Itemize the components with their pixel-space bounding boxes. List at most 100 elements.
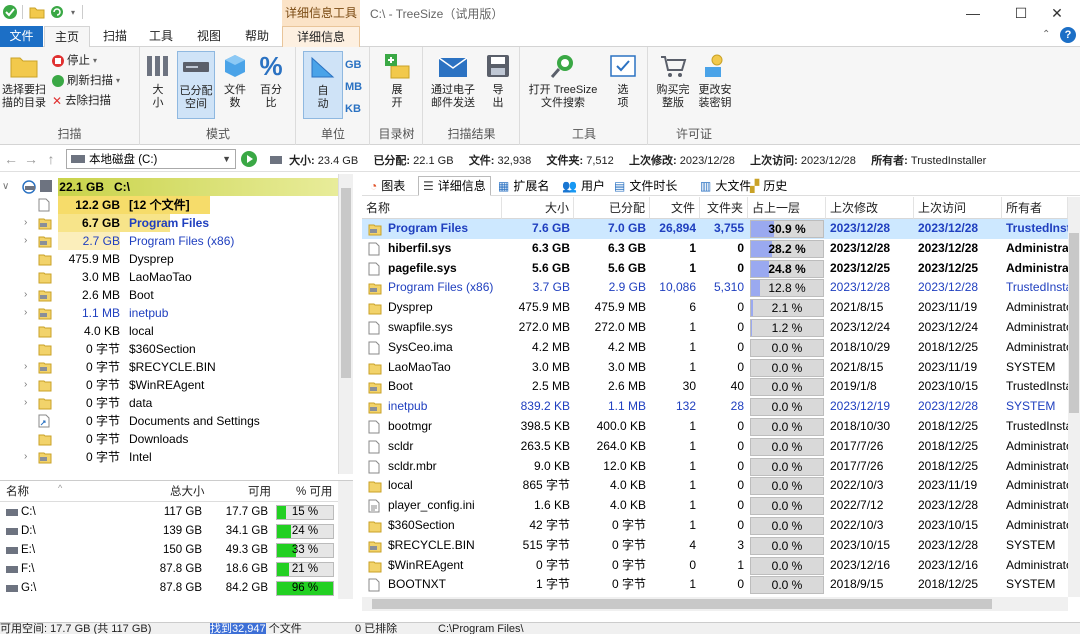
chevron-right-icon[interactable]: › <box>24 394 36 412</box>
table-row[interactable]: $360Section 42 字节 0 字节 1 0 0.0 % 2022/10/3 2023… <box>362 516 1068 536</box>
tree-scrollbar[interactable] <box>338 174 353 474</box>
drive-row[interactable]: F:\ 87.8 GB 18.6 GB 21 % <box>0 560 338 579</box>
table-row[interactable]: hiberfil.sys 6.3 GB 6.3 GB 1 0 28.2 % 2023/12/… <box>362 239 1068 259</box>
chevron-right-icon[interactable]: › <box>24 448 36 466</box>
tree-item[interactable]: 4.0 KB local <box>0 322 338 340</box>
stop-button[interactable]: 停止 ▾ <box>52 51 97 71</box>
help-icon[interactable]: ? <box>1060 27 1076 43</box>
tree-item[interactable]: › 0 字节 Intel <box>0 448 338 466</box>
table-row[interactable]: Boot 2.5 MB 2.6 MB 30 40 0.0 % 2019/1/8 2023/10… <box>362 377 1068 397</box>
table-row[interactable]: player_config.ini 1.6 KB 4.0 KB 1 0 0.0 % 2022… <box>362 496 1068 516</box>
chevron-down-icon[interactable]: ∨ <box>2 178 14 196</box>
tree-item[interactable]: 0 字节 Documents and Settings <box>0 412 338 430</box>
open-file-search-button[interactable]: 打开 TreeSize 文件搜索 <box>527 51 599 119</box>
chevron-right-icon[interactable]: › <box>24 232 36 250</box>
tree-item[interactable]: 12.2 GB [12 个文件] <box>0 196 338 214</box>
col-header-folders[interactable]: 文件夹 <box>700 197 748 219</box>
start-scan-button[interactable] <box>241 151 257 167</box>
drive-list-scrollbar[interactable] <box>338 481 353 599</box>
tree-item[interactable]: › 0 字节 $WinREAgent <box>0 376 338 394</box>
tree-item[interactable]: › 0 字节 $RECYCLE.BIN <box>0 358 338 376</box>
drive-select[interactable]: 本地磁盘 (C:) ▼ <box>66 149 236 169</box>
table-vertical-scrollbar[interactable] <box>1068 197 1080 597</box>
col-header-alloc[interactable]: 已分配 <box>574 197 650 219</box>
minimize-button[interactable]: — <box>950 0 996 26</box>
qat-dropdown-icon[interactable]: ▾ <box>65 4 81 20</box>
tree-item[interactable]: › 0 字节 data <box>0 394 338 412</box>
export-button[interactable]: 导 出 <box>480 51 516 119</box>
directory-tree[interactable]: ∨ 22.1 GB C:\ 12.2 GB [12 个文件] › 6.7 GB Program… <box>0 174 353 474</box>
change-key-button[interactable]: 更改安 装密钥 <box>695 51 735 119</box>
table-row[interactable]: scldr 263.5 KB 264.0 KB 1 0 0.0 % 2017/7/26 201… <box>362 437 1068 457</box>
col-header-pct[interactable]: 占上一层 %... <box>748 197 826 237</box>
drive-row[interactable]: E:\ 150 GB 49.3 GB 33 % <box>0 541 338 560</box>
chevron-right-icon[interactable]: › <box>24 304 36 322</box>
chevron-right-icon[interactable]: › <box>24 214 36 232</box>
tree-item[interactable]: ∨ 22.1 GB C:\ <box>0 178 338 196</box>
refresh-scan-button[interactable]: 刷新扫描 ▾ <box>52 71 120 91</box>
table-row[interactable]: local 865 字节 4.0 KB 1 0 0.0 % 2022/10/3 2023/11… <box>362 476 1068 496</box>
tree-item[interactable]: › 2.6 MB Boot <box>0 286 338 304</box>
table-row[interactable]: scldr.mbr 9.0 KB 12.0 KB 1 0 0.0 % 2017/7/26 20… <box>362 457 1068 477</box>
forward-arrow-icon[interactable]: → <box>22 150 40 168</box>
tab-help[interactable]: 帮助 <box>234 26 280 47</box>
col-header-modified[interactable]: 上次修改 <box>826 197 914 219</box>
drive-row[interactable]: G:\ 87.8 GB 84.2 GB 96 % <box>0 579 338 598</box>
unit-gb-button[interactable]: GB <box>345 55 362 75</box>
tree-item[interactable]: 3.0 MB LaoMaoTao <box>0 268 338 286</box>
table-row[interactable]: pagefile.sys 5.6 GB 5.6 GB 1 0 24.8 % 2023/12/… <box>362 259 1068 279</box>
mode-percent-button[interactable]: % 百分 比 <box>253 51 289 119</box>
mode-size-button[interactable]: 大 小 <box>141 51 175 119</box>
tree-item[interactable]: 0 字节 Downloads <box>0 430 338 448</box>
tab-tools[interactable]: 工具 <box>138 26 184 47</box>
tree-item[interactable]: › 2.7 GB Program Files (x86) <box>0 232 338 250</box>
view-tab[interactable]: ▦ 扩展名 <box>494 176 553 196</box>
tab-details[interactable]: 详细信息 <box>282 26 360 48</box>
col-header-drive-name[interactable]: 名称 <box>6 483 29 499</box>
drive-row[interactable]: C:\ 117 GB 17.7 GB 15 % <box>0 503 338 522</box>
view-tab[interactable]: 👥 用户 <box>558 176 609 196</box>
table-row[interactable]: Dysprep 475.9 MB 475.9 MB 6 0 2.1 % 2021/8/15 2… <box>362 298 1068 318</box>
table-row[interactable]: bootmgr 398.5 KB 400.0 KB 1 0 0.0 % 2018/10/30… <box>362 417 1068 437</box>
collapse-ribbon-icon[interactable]: ⌃ <box>1042 29 1050 40</box>
table-horizontal-scrollbar[interactable] <box>362 597 1068 611</box>
table-row[interactable]: swapfile.sys 272.0 MB 272.0 MB 1 0 1.2 % 2023/… <box>362 318 1068 338</box>
tree-item[interactable]: 475.9 MB Dysprep <box>0 250 338 268</box>
send-email-button[interactable]: 通过电子 邮件发送 <box>428 51 478 119</box>
tab-home[interactable]: 主页 <box>44 26 90 48</box>
view-tab[interactable]: ▞ 历史 <box>746 176 791 196</box>
mode-files-button[interactable]: 文件 数 <box>217 51 253 119</box>
col-header-size[interactable]: 大小 <box>502 197 574 219</box>
unit-auto-button[interactable]: 自 动 <box>303 51 343 119</box>
back-arrow-icon[interactable]: ← <box>2 150 20 168</box>
buy-full-button[interactable]: 购买完 整版 <box>653 51 693 119</box>
table-row[interactable]: SysCeo.ima 4.2 MB 4.2 MB 1 0 0.0 % 2018/10/29 2… <box>362 338 1068 358</box>
tab-file[interactable]: 文件 <box>0 26 43 47</box>
chevron-right-icon[interactable]: › <box>24 358 36 376</box>
col-header-name[interactable]: 名称 <box>362 197 502 219</box>
tab-scan[interactable]: 扫描 <box>92 26 138 47</box>
table-row[interactable]: Program Files (x86) 3.7 GB 2.9 GB 10,086 5,3… <box>362 278 1068 298</box>
table-row[interactable]: $WinREAgent 0 字节 0 字节 0 1 0.0 % 2023/12/16 2023… <box>362 556 1068 576</box>
up-arrow-icon[interactable]: ↑ <box>42 150 60 168</box>
remove-scan-button[interactable]: ✕ 去除扫描 <box>52 91 111 111</box>
mode-allocated-button[interactable]: 已分配 空间 <box>177 51 215 119</box>
refresh-icon[interactable] <box>49 4 65 20</box>
table-row[interactable]: BOOTNXT 1 字节 0 字节 1 0 0.0 % 2018/9/15 2018/12/2… <box>362 575 1068 595</box>
close-button[interactable]: ✕ <box>1034 0 1080 26</box>
table-row[interactable]: $RECYCLE.BIN 515 字节 0 字节 4 3 0.0 % 2023/10/15 2… <box>362 536 1068 556</box>
view-tab[interactable]: ☰ 详细信息 <box>418 176 491 196</box>
chevron-right-icon[interactable]: › <box>24 376 36 394</box>
drive-row[interactable]: D:\ 139 GB 34.1 GB 24 % <box>0 522 338 541</box>
table-row[interactable]: inetpub 839.2 KB 1.1 MB 132 28 0.0 % 2023/12/1… <box>362 397 1068 417</box>
table-row[interactable]: LaoMaoTao 3.0 MB 3.0 MB 1 0 0.0 % 2021/8/15 202… <box>362 358 1068 378</box>
col-header-pct-free[interactable]: % 可用 <box>296 483 332 499</box>
select-directory-button[interactable]: 选择要扫 描的目录 <box>2 51 46 119</box>
options-button[interactable]: 选 项 <box>603 51 643 119</box>
col-header-total[interactable]: 总大小 <box>170 483 205 499</box>
chevron-right-icon[interactable]: › <box>24 286 36 304</box>
expand-button[interactable]: 展 开 <box>377 51 417 119</box>
unit-kb-button[interactable]: KB <box>345 99 361 119</box>
view-tab[interactable]: ◔ 图表 <box>366 176 409 196</box>
col-header-free[interactable]: 可用 <box>248 483 271 499</box>
